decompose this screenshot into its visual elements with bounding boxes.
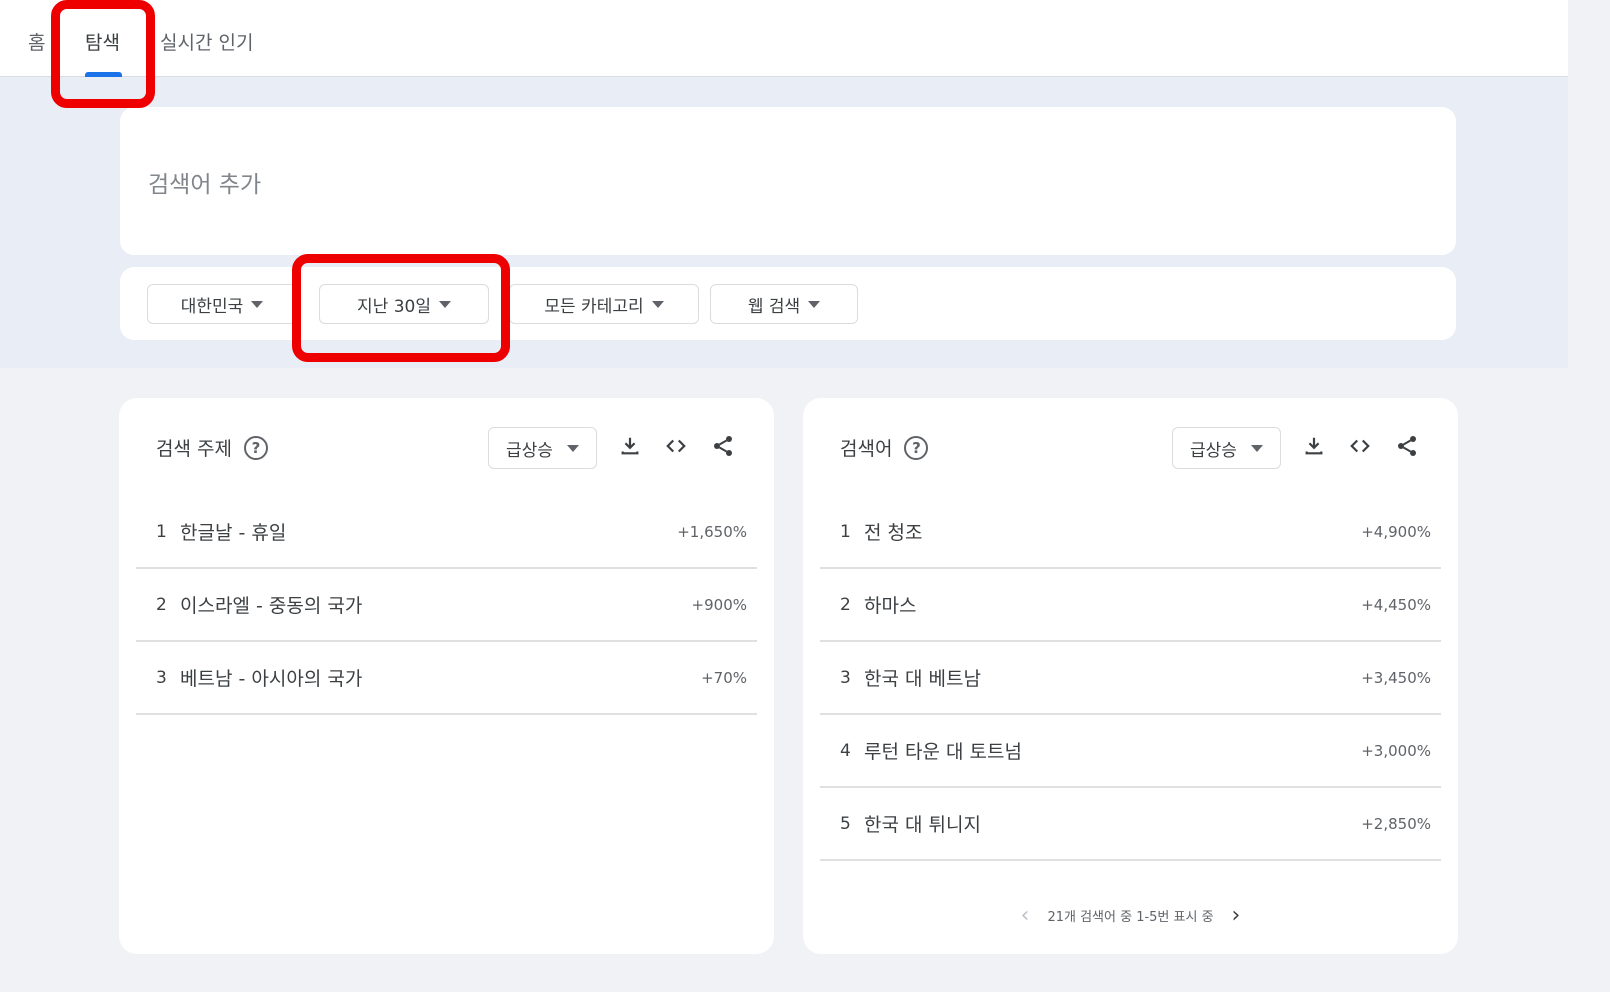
share-icon[interactable] [1392,431,1422,461]
item-index: 3 [156,667,167,688]
item-index: 3 [840,667,851,688]
item-index: 1 [840,521,851,542]
region-filter[interactable]: 대한민국 [147,284,297,324]
search-type-filter[interactable]: 웹 검색 [710,284,858,324]
tab-explore[interactable]: 탐색 [85,28,120,55]
region-filter-label: 대한민국 [180,296,244,317]
search-term-input[interactable]: 검색어 추가 [148,165,261,199]
chevron-down-icon [438,300,451,308]
sort-dropdown[interactable]: 급상승 [1172,427,1281,469]
chevron-down-icon [1250,444,1263,452]
chevron-down-icon [251,300,264,308]
panel-title-label: 검색 주제 [156,438,232,460]
chevron-down-icon [808,300,821,308]
top-nav: 홈 탐색 실시간 인기 [0,0,1568,77]
item-value: +70% [701,668,747,687]
item-value: +900% [691,595,747,614]
item-value: +3,000% [1361,741,1431,760]
download-icon[interactable] [615,431,645,461]
embed-code-icon[interactable] [1345,431,1375,461]
period-filter-label: 지난 30일 [357,296,431,317]
search-term-card[interactable]: 검색어 추가 [120,107,1456,255]
help-icon[interactable]: ? [904,435,929,460]
item-index: 1 [156,521,167,542]
list-item[interactable]: 1 전 청조 +4,900% [820,496,1441,569]
list-item[interactable]: 3 베트남 - 아시아의 국가 +70% [136,642,757,715]
item-label: 베트남 - 아시아의 국가 [180,668,363,690]
list-item[interactable]: 2 하마스 +4,450% [820,569,1441,642]
item-value: +2,850% [1361,814,1431,833]
topics-list: 1 한글날 - 휴일 +1,650% 2 이스라엘 - 중동의 국가 +900%… [136,496,757,715]
list-item[interactable]: 5 한국 대 튀니지 +2,850% [820,788,1441,861]
item-index: 5 [840,813,851,834]
tab-home[interactable]: 홈 [28,28,45,55]
embed-code-icon[interactable] [661,431,691,461]
queries-list: 1 전 청조 +4,900% 2 하마스 +4,450% 3 한국 대 베트남 … [820,496,1441,861]
panel-title: 검색 주제 ? [156,434,268,461]
panel-title: 검색어 ? [840,434,929,461]
item-value: +1,650% [677,522,747,541]
item-value: +4,450% [1361,595,1431,614]
item-label: 이스라엘 - 중동의 국가 [180,595,363,617]
sort-dropdown[interactable]: 급상승 [488,427,597,469]
item-index: 2 [156,594,167,615]
list-item[interactable]: 2 이스라엘 - 중동의 국가 +900% [136,569,757,642]
help-icon[interactable]: ? [243,435,268,460]
item-label: 한국 대 튀니지 [864,814,981,836]
category-filter-label: 모든 카테고리 [544,296,644,317]
download-icon[interactable] [1299,431,1329,461]
item-index: 4 [840,740,851,761]
item-label: 한글날 - 휴일 [180,522,287,544]
item-label: 한국 대 베트남 [864,668,981,690]
chevron-right-icon[interactable]: › [1232,903,1241,928]
item-value: +3,450% [1361,668,1431,687]
list-item[interactable]: 3 한국 대 베트남 +3,450% [820,642,1441,715]
list-item[interactable]: 1 한글날 - 휴일 +1,650% [136,496,757,569]
item-index: 2 [840,594,851,615]
item-label: 하마스 [864,595,917,617]
sort-dropdown-label: 급상승 [1190,440,1237,461]
item-value: +4,900% [1361,522,1431,541]
tab-trending[interactable]: 실시간 인기 [160,28,253,55]
item-label: 루턴 타운 대 토트넘 [864,741,1022,763]
share-icon[interactable] [708,431,738,461]
related-topics-panel: 검색 주제 ? 급상승 1 한글날 - 휴일 +1,650% 2 이스라엘 - … [119,398,774,954]
chevron-left-icon[interactable]: ‹ [1021,903,1030,928]
period-filter[interactable]: 지난 30일 [319,284,489,324]
related-queries-panel: 검색어 ? 급상승 1 전 청조 +4,900% 2 하마스 +4,450% 3… [803,398,1458,954]
list-item[interactable]: 4 루턴 타운 대 토트넘 +3,000% [820,715,1441,788]
category-filter[interactable]: 모든 카테고리 [509,284,699,324]
filter-bar: 대한민국 지난 30일 모든 카테고리 웹 검색 [120,267,1456,340]
search-type-filter-label: 웹 검색 [747,296,801,317]
chevron-down-icon [651,300,664,308]
pagination: ‹ 21개 검색어 중 1-5번 표시 중 › [803,903,1458,928]
item-label: 전 청조 [864,522,923,544]
chevron-down-icon [566,444,579,452]
pagination-label: 21개 검색어 중 1-5번 표시 중 [1047,910,1214,925]
panel-title-label: 검색어 [840,438,893,460]
sort-dropdown-label: 급상승 [506,440,553,461]
